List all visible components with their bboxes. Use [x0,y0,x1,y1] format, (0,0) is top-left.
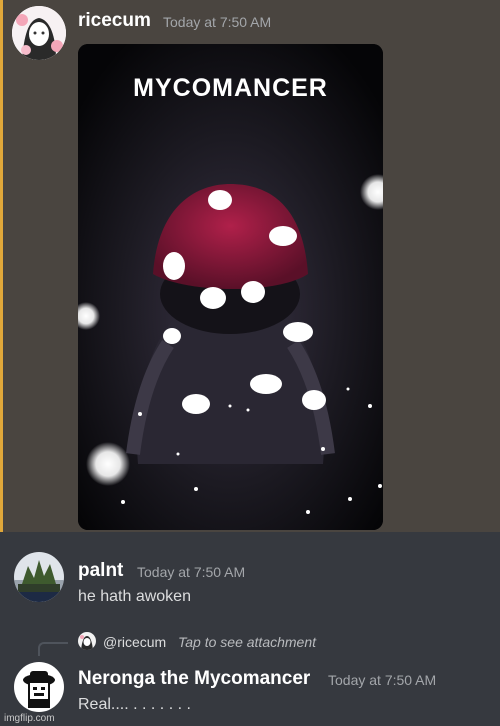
watermark: imgflip.com [4,713,55,724]
message-username[interactable]: Neronga the Mycomancer [78,668,310,690]
reply-preview[interactable]: Tap to see attachment [178,634,316,650]
message-timestamp: Today at 7:50 AM [137,564,246,580]
avatar[interactable] [12,6,66,60]
reply-username[interactable]: @ricecum [103,634,166,650]
message-content: he hath awoken [78,588,191,605]
avatar[interactable] [14,662,64,712]
image-attachment[interactable]: MYCOMANCER [78,44,383,530]
reply-connector [38,642,68,656]
mention-highlight-bar [0,0,3,532]
message-username[interactable]: palnt [78,560,123,582]
message-username[interactable]: ricecum [78,10,151,32]
message-timestamp: Today at 7:50 AM [328,672,437,688]
message-timestamp: Today at 7:50 AM [163,14,272,30]
attachment-title: MYCOMANCER [133,74,328,102]
reply-avatar[interactable] [78,632,96,650]
message-content: Real.... . . . . . . . [78,696,191,713]
avatar[interactable] [14,552,64,602]
